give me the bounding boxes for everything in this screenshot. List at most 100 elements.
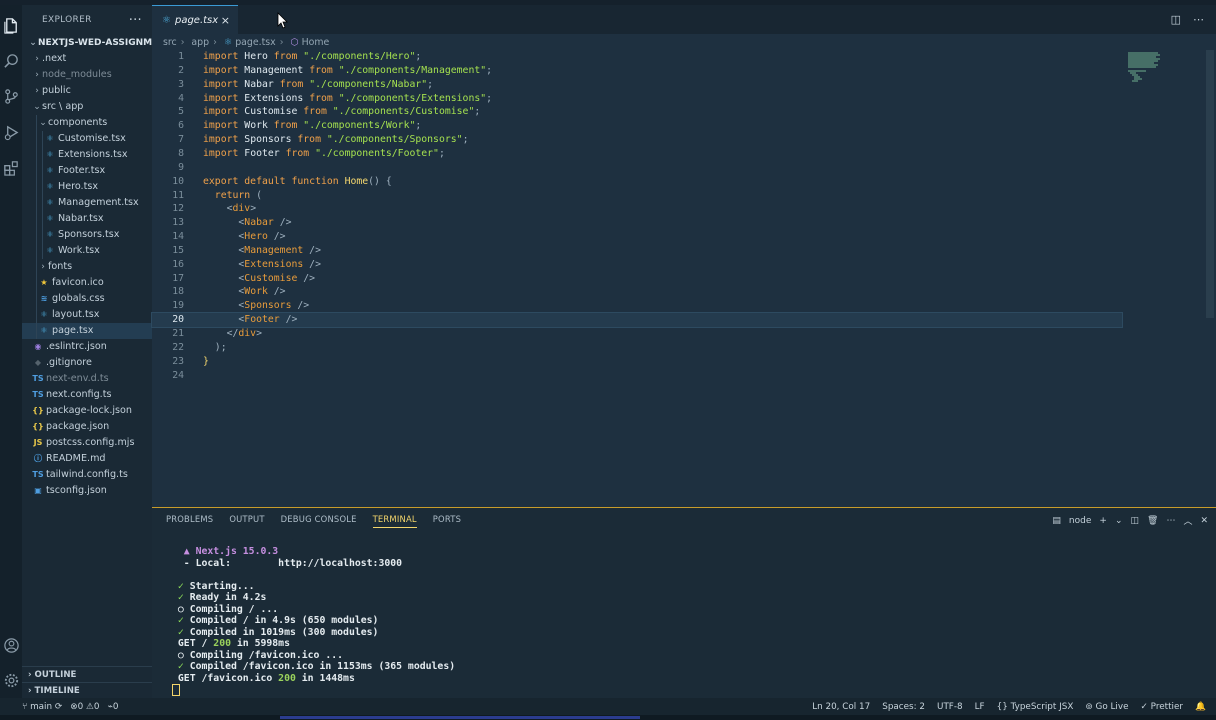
panel-tab[interactable]: PORTS: [433, 514, 461, 528]
panel-tab[interactable]: TERMINAL: [372, 514, 417, 528]
tree-file[interactable]: TS tailwind.config.ts: [22, 467, 152, 483]
tree-file[interactable]: ⚛ Nabar.tsx: [22, 211, 152, 227]
chevron-down-icon[interactable]: ⌄: [1115, 516, 1123, 526]
code-line[interactable]: 24: [152, 369, 1122, 383]
tree-file[interactable]: ⚛ Sponsors.tsx: [22, 227, 152, 243]
tree-file[interactable]: {} package.json: [22, 419, 152, 435]
code-line[interactable]: 15 <Management />: [152, 244, 1122, 258]
tree-folder[interactable]: › .next: [22, 51, 152, 67]
split-editor-icon[interactable]: ◫: [1171, 13, 1181, 26]
tree-file[interactable]: ◆ .gitignore: [22, 355, 152, 371]
breadcrumb-item[interactable]: app: [191, 37, 209, 48]
language-mode[interactable]: {} TypeScript JSX: [997, 702, 1074, 712]
tree-file[interactable]: TS next-env.d.ts: [22, 371, 152, 387]
code-line[interactable]: 11 return (: [152, 189, 1122, 203]
maximize-panel-icon[interactable]: ︿: [1183, 514, 1192, 527]
code-line[interactable]: 19 <Sponsors />: [152, 299, 1122, 313]
close-icon[interactable]: ×: [221, 14, 230, 27]
tree-file[interactable]: ◉ .eslintrc.json: [22, 339, 152, 355]
tree-folder[interactable]: ⌄components: [22, 115, 152, 131]
tree-folder[interactable]: › fonts: [22, 259, 152, 275]
tree-file[interactable]: ⚛ page.tsx: [22, 323, 152, 339]
editor-scrollbar[interactable]: [1206, 50, 1214, 318]
tree-file[interactable]: ≋ globals.css: [22, 291, 152, 307]
code-line[interactable]: 4 import Extensions from "./components/Ex…: [152, 92, 1122, 106]
branch-item[interactable]: ⑂ main ⟳: [22, 702, 62, 712]
code-line[interactable]: 18 <Work />: [152, 285, 1122, 299]
explorer-more-icon[interactable]: ···: [129, 13, 142, 28]
source-control-icon[interactable]: [2, 87, 20, 105]
timeline-section[interactable]: › TIMELINE: [22, 682, 152, 698]
tree-file[interactable]: TS next.config.ts: [22, 387, 152, 403]
tree-file[interactable]: ⚛ Hero.tsx: [22, 179, 152, 195]
more-actions-icon[interactable]: ⋯: [1193, 13, 1204, 26]
split-terminal-icon[interactable]: ◫: [1130, 516, 1139, 526]
notifications-bell-icon[interactable]: 🔔: [1195, 702, 1206, 712]
code-line[interactable]: 5 import Customise from "./components/Cus…: [152, 105, 1122, 119]
terminal-prompt[interactable]: [172, 684, 455, 696]
settings-gear-icon[interactable]: [2, 671, 20, 689]
new-terminal-icon[interactable]: +: [1099, 516, 1107, 526]
tree-file[interactable]: JS postcss.config.mjs: [22, 435, 152, 451]
tree-file[interactable]: ⚛ Extensions.tsx: [22, 147, 152, 163]
code-line[interactable]: 23}: [152, 355, 1122, 369]
code-line[interactable]: 12 <div>: [152, 202, 1122, 216]
tree-file[interactable]: ⚛ Work.tsx: [22, 243, 152, 259]
code-line[interactable]: 21 </div>: [152, 327, 1122, 341]
end-of-line[interactable]: LF: [975, 702, 985, 712]
indentation[interactable]: Spaces: 2: [882, 702, 925, 712]
account-icon[interactable]: [2, 636, 20, 654]
run-debug-icon[interactable]: [2, 123, 20, 141]
trash-icon[interactable]: 🗑: [1147, 516, 1158, 526]
tree-file[interactable]: {} package-lock.json: [22, 403, 152, 419]
panel-tab[interactable]: OUTPUT: [229, 514, 264, 528]
terminal-shell-name[interactable]: node: [1069, 516, 1091, 526]
tree-file[interactable]: ⚛ Management.tsx: [22, 195, 152, 211]
code-line[interactable]: 3 import Nabar from "./components/Nabar";: [152, 78, 1122, 92]
tree-folder[interactable]: › public: [22, 83, 152, 99]
tree-folder[interactable]: › node_modules: [22, 67, 152, 83]
code-line[interactable]: 22 );: [152, 341, 1122, 355]
project-root[interactable]: ⌄NEXTJS-WED-ASSIGNMEN...: [22, 35, 152, 51]
explorer-icon[interactable]: [2, 16, 20, 34]
tree-file[interactable]: ▣ tsconfig.json: [22, 483, 152, 499]
breadcrumb-item[interactable]: src: [163, 37, 177, 48]
search-icon[interactable]: [2, 52, 20, 70]
ports-item[interactable]: ⌁0: [108, 702, 119, 712]
more-actions-icon[interactable]: ⋯: [1166, 516, 1175, 526]
tree-file[interactable]: ⚛ layout.tsx: [22, 307, 152, 323]
code-line[interactable]: 1 import Hero from "./components/Hero";: [152, 50, 1122, 64]
code-line[interactable]: 6 import Work from "./components/Work";: [152, 119, 1122, 133]
tree-file[interactable]: ⚛ Customise.tsx: [22, 131, 152, 147]
code-line[interactable]: 8 import Footer from "./components/Footer…: [152, 147, 1122, 161]
code-line[interactable]: 2 import Management from "./components/Ma…: [152, 64, 1122, 78]
encoding[interactable]: UTF-8: [937, 702, 963, 712]
minimap[interactable]: [1124, 50, 1164, 86]
code-line[interactable]: 14 <Hero />: [152, 230, 1122, 244]
code-line[interactable]: 16 <Extensions />: [152, 258, 1122, 272]
cursor-position[interactable]: Ln 20, Col 17: [812, 702, 870, 712]
code-line[interactable]: 17 <Customise />: [152, 272, 1122, 286]
code-editor[interactable]: 1 import Hero from "./components/Hero"; 2 i…: [151, 50, 1216, 505]
breadcrumb-item[interactable]: Home: [302, 37, 330, 48]
tree-file[interactable]: ⓘ README.md: [22, 451, 152, 467]
prettier-button[interactable]: ✓ Prettier: [1141, 702, 1184, 712]
tree-folder[interactable]: ⌄src \ app: [22, 99, 152, 115]
code-line[interactable]: 7 import Sponsors from "./components/Spon…: [152, 133, 1122, 147]
breadcrumb-item[interactable]: page.tsx: [235, 37, 276, 48]
close-icon[interactable]: ✕: [1200, 516, 1208, 526]
panel-tab[interactable]: DEBUG CONSOLE: [281, 514, 357, 528]
extensions-icon[interactable]: [2, 158, 20, 176]
panel-tab[interactable]: PROBLEMS: [166, 514, 213, 528]
tree-file[interactable]: ⚛ Footer.tsx: [22, 163, 152, 179]
problems-item[interactable]: ⊗0 ⚠0: [70, 702, 99, 712]
code-line[interactable]: 13 <Nabar />: [152, 216, 1122, 230]
tab-page-tsx[interactable]: ⚛ page.tsx ×: [152, 5, 238, 34]
outline-section[interactable]: › OUTLINE: [22, 666, 152, 682]
code-line[interactable]: 10 export default function Home() {: [152, 175, 1122, 189]
tree-file[interactable]: ★ favicon.ico: [22, 275, 152, 291]
go-live-button[interactable]: ⊚ Go Live: [1085, 702, 1128, 712]
code-line[interactable]: 20 <Footer />: [151, 312, 1123, 329]
terminal-output[interactable]: ▲ Next.js 15.0.3 - Local: http://localho…: [172, 546, 455, 696]
code-line[interactable]: 9: [152, 161, 1122, 175]
